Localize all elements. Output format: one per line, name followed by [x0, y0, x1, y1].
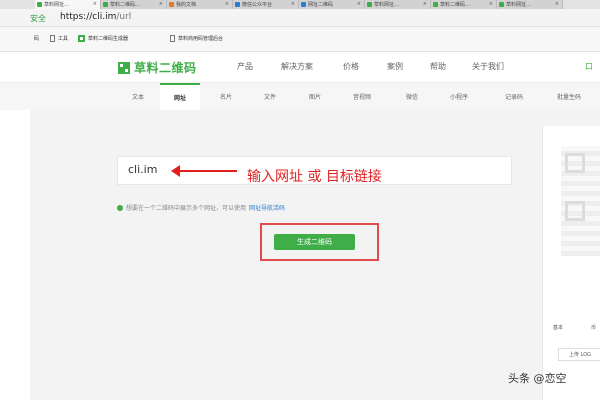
nav-pricing[interactable]: 价格 — [343, 61, 359, 72]
nav-about[interactable]: 关于我们 — [472, 61, 504, 72]
close-icon[interactable]: × — [93, 1, 97, 7]
tab-label: 草料二维码… — [440, 2, 471, 8]
tab-url[interactable]: 网址 — [160, 83, 200, 110]
nav-cases[interactable]: 案例 — [387, 61, 403, 72]
code-type-tabs: 文本 网址 名片 文件 图片 音视频 微信 小程序 记录码 批量生码 — [0, 82, 600, 111]
tab-video[interactable]: 音视频 — [353, 92, 371, 101]
qr-logo-icon — [118, 61, 130, 74]
nav-help[interactable]: 帮助 — [430, 61, 446, 72]
annotation-arrow-line — [175, 170, 237, 172]
bookmark-apps[interactable]: 码 — [34, 35, 39, 42]
upload-logo-button[interactable]: 上传 LOG — [558, 348, 600, 361]
browser-tab[interactable]: 草料网址… × — [35, 0, 101, 9]
tab-label: 草料二维码… — [110, 2, 141, 8]
browser-tab[interactable]: 草料二维码… × — [101, 0, 167, 9]
tab-label: 我的文档 — [176, 2, 197, 8]
bookmark-tools[interactable]: 工具 — [50, 35, 68, 42]
qr-finder-pattern — [565, 153, 585, 173]
close-icon[interactable]: × — [159, 1, 163, 7]
site-header: 草料二维码 产品 解决方案 价格 案例 帮助 关于我们 口 — [0, 52, 600, 82]
nav-solutions[interactable]: 解决方案 — [281, 61, 313, 72]
main-content: cli.im 输入网址 或 目标链接 想要在一个二维码中展示多个网址，可以使用 … — [0, 110, 600, 400]
qr-finder-pattern — [565, 201, 585, 221]
panel-tab-basic[interactable]: 基本 — [553, 324, 563, 331]
close-icon[interactable]: × — [423, 1, 427, 7]
tab-wechat[interactable]: 微信 — [406, 92, 418, 101]
tab-record[interactable]: 记录码 — [505, 92, 523, 101]
qr-favicon-icon — [499, 2, 504, 7]
bookmarks-bar: 码 工具 草料二维码生成器 草料商用码管理后台 — [0, 27, 600, 52]
folder-icon — [50, 35, 55, 42]
bookmark-label: 草料二维码生成器 — [88, 36, 129, 42]
close-icon[interactable]: × — [291, 1, 295, 7]
qr-preview-panel: 基本 币 上传 LOG — [542, 126, 600, 400]
annotation-highlight-box: 生成二维码 — [260, 223, 379, 261]
qr-favicon-icon — [37, 2, 42, 7]
panel-tab-other[interactable]: 币 — [591, 324, 596, 331]
browser-tab[interactable]: 网址二维码 × — [299, 0, 365, 9]
url-text[interactable]: https://cli.im/url — [60, 12, 131, 22]
browser-chrome: 草料网址… × 草料二维码… × 我的文档 × 微信公众平台 × 网址二维码 ×… — [0, 0, 600, 52]
browser-tab[interactable]: 草料网址… × — [497, 0, 563, 9]
bookmark-qr-manager[interactable]: 草料商用码管理后台 — [170, 35, 223, 42]
annotation-text: 输入网址 或 目标链接 — [247, 169, 382, 185]
tab-image[interactable]: 图片 — [309, 92, 321, 101]
hint-row: 想要在一个二维码中展示多个网址，可以使用 网址导航活码 — [117, 203, 285, 212]
page-favicon-icon — [169, 2, 174, 7]
qr-favicon-icon — [103, 2, 108, 7]
browser-tab[interactable]: 草料二维码… × — [431, 0, 497, 9]
tab-label: 草料网址… — [374, 2, 400, 8]
bookmark-label: 工具 — [58, 36, 69, 42]
page-favicon-icon — [301, 2, 306, 7]
site-logo[interactable]: 草料二维码 — [118, 59, 197, 76]
close-icon[interactable]: × — [489, 1, 493, 7]
tab-label: 草料网址… — [506, 2, 532, 8]
tab-label: 微信公众平台 — [242, 2, 273, 8]
hint-text: 想要在一个二维码中展示多个网址，可以使用 — [126, 205, 247, 212]
monitor-icon[interactable]: 口 — [585, 61, 593, 72]
bookmark-label: 草料商用码管理后台 — [178, 36, 224, 42]
info-icon — [117, 204, 123, 211]
hint-link[interactable]: 网址导航活码 — [249, 203, 285, 212]
page-icon — [170, 35, 175, 42]
tab-miniprogram[interactable]: 小程序 — [450, 92, 468, 101]
bookmark-label: 码 — [34, 36, 40, 42]
generate-qr-button[interactable]: 生成二维码 — [274, 234, 355, 250]
logo-text: 草料二维码 — [134, 61, 197, 75]
url-input-value: cli.im — [128, 163, 158, 176]
qr-logo-icon — [78, 35, 85, 42]
tab-label: 草料网址… — [44, 2, 70, 8]
tab-strip: 草料网址… × 草料二维码… × 我的文档 × 微信公众平台 × 网址二维码 ×… — [0, 0, 600, 9]
left-margin — [0, 110, 30, 400]
tab-file[interactable]: 文件 — [264, 92, 276, 101]
tab-batch[interactable]: 批量生码 — [557, 92, 581, 101]
url-path: /url — [116, 12, 132, 22]
qr-favicon-icon — [433, 2, 438, 7]
security-indicator: 安全 — [30, 14, 46, 23]
browser-tab[interactable]: 我的文档 × — [167, 0, 233, 9]
watermark: 头条 @恋空 — [508, 372, 567, 385]
close-icon[interactable]: × — [555, 1, 559, 7]
tab-label: 网址二维码 — [308, 2, 334, 8]
tab-text[interactable]: 文本 — [132, 92, 144, 101]
qr-favicon-icon — [367, 2, 372, 7]
address-bar[interactable]: 安全 https://cli.im/url — [0, 9, 600, 27]
browser-tab[interactable]: 微信公众平台 × — [233, 0, 299, 9]
bookmark-qr-generator[interactable]: 草料二维码生成器 — [78, 35, 128, 42]
tab-card[interactable]: 名片 — [220, 92, 232, 101]
nav-product[interactable]: 产品 — [237, 61, 253, 72]
close-icon[interactable]: × — [357, 1, 361, 7]
url-host: https://cli.im — [60, 12, 117, 22]
page-favicon-icon — [235, 2, 240, 7]
browser-tab[interactable]: 草料网址… × — [365, 0, 431, 9]
close-icon[interactable]: × — [225, 1, 229, 7]
